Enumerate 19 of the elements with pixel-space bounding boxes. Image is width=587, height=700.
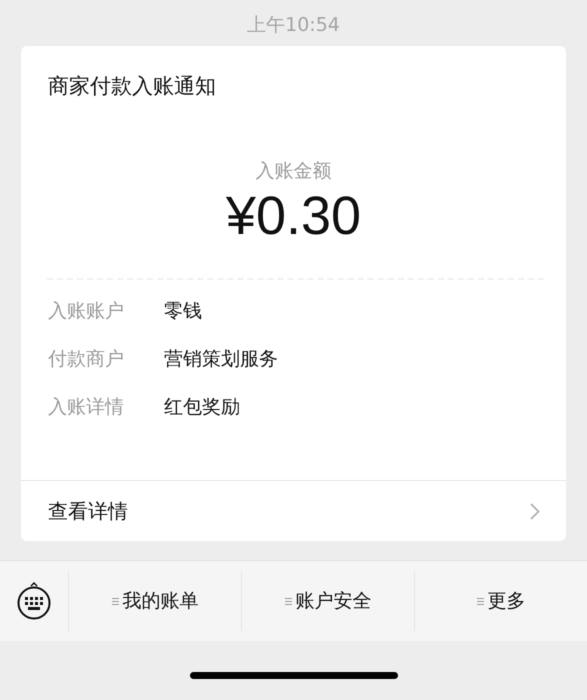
submenu-icon [476,596,484,606]
field-label: 付款商户 [48,348,125,371]
details-link[interactable]: 查看详情 [21,480,566,541]
amount: ¥0.30 [226,186,362,246]
field-value: 营销策划服务 [164,348,278,371]
menu-button[interactable]: 账户安全 [242,571,415,631]
field-value: 零钱 [164,300,202,323]
card-title: 商家付款入账通知 [47,73,216,100]
timestamp: 上午10:54 [247,13,340,38]
menu-button[interactable]: 我的账单 [69,571,242,631]
field-label: 入账账户 [48,300,125,323]
submenu-icon [284,596,292,606]
submenu-icon [112,596,118,606]
field-label: 入账详情 [48,396,125,419]
keyboard-icon[interactable] [16,581,52,621]
amount-label: 入账金额 [256,159,332,184]
chevron-icon [530,502,540,520]
menu-button[interactable]: 更多 [415,571,587,631]
field-value: 红包奖励 [164,396,240,419]
